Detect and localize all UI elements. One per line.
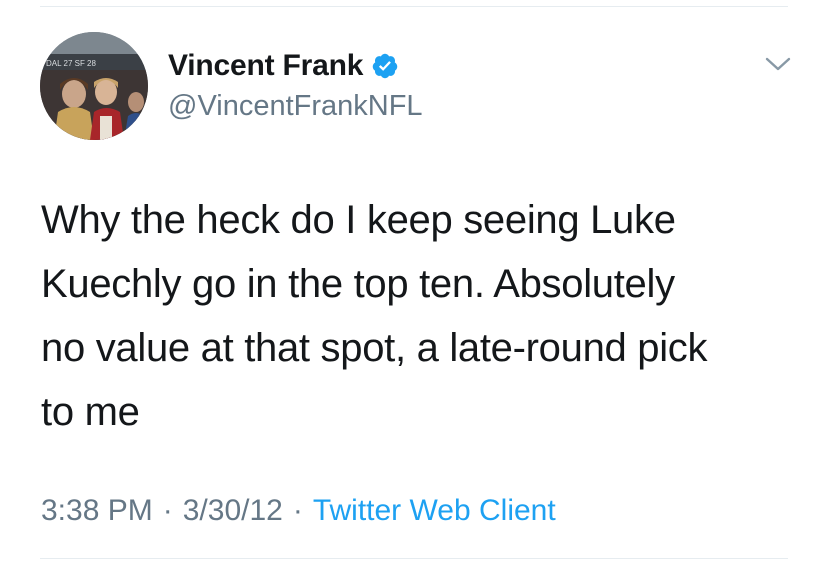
meta-separator: ·	[292, 494, 303, 527]
top-divider	[40, 6, 788, 7]
tweet-meta: 3:38 PM · 3/30/12 · Twitter Web Client	[41, 494, 556, 528]
meta-separator: ·	[162, 494, 173, 527]
display-name[interactable]: Vincent Frank	[168, 49, 363, 83]
author-block: Vincent Frank @VincentFrankNFL	[168, 46, 423, 123]
name-row: Vincent Frank	[168, 46, 423, 86]
avatar-sign-text: DAL 27 SF 28	[46, 59, 97, 68]
tweet-date[interactable]: 3/30/12	[183, 494, 283, 527]
tweet-text: Why the heck do I keep seeing Luke Kuech…	[41, 198, 708, 434]
tweet-time[interactable]: 3:38 PM	[41, 494, 153, 527]
avatar[interactable]: DAL 27 SF 28	[40, 32, 148, 140]
user-handle[interactable]: @VincentFrankNFL	[168, 90, 423, 123]
chevron-down-icon[interactable]	[764, 54, 792, 74]
verified-badge-icon	[371, 52, 399, 80]
bottom-divider	[40, 558, 788, 559]
tweet-source-link[interactable]: Twitter Web Client	[313, 494, 556, 527]
